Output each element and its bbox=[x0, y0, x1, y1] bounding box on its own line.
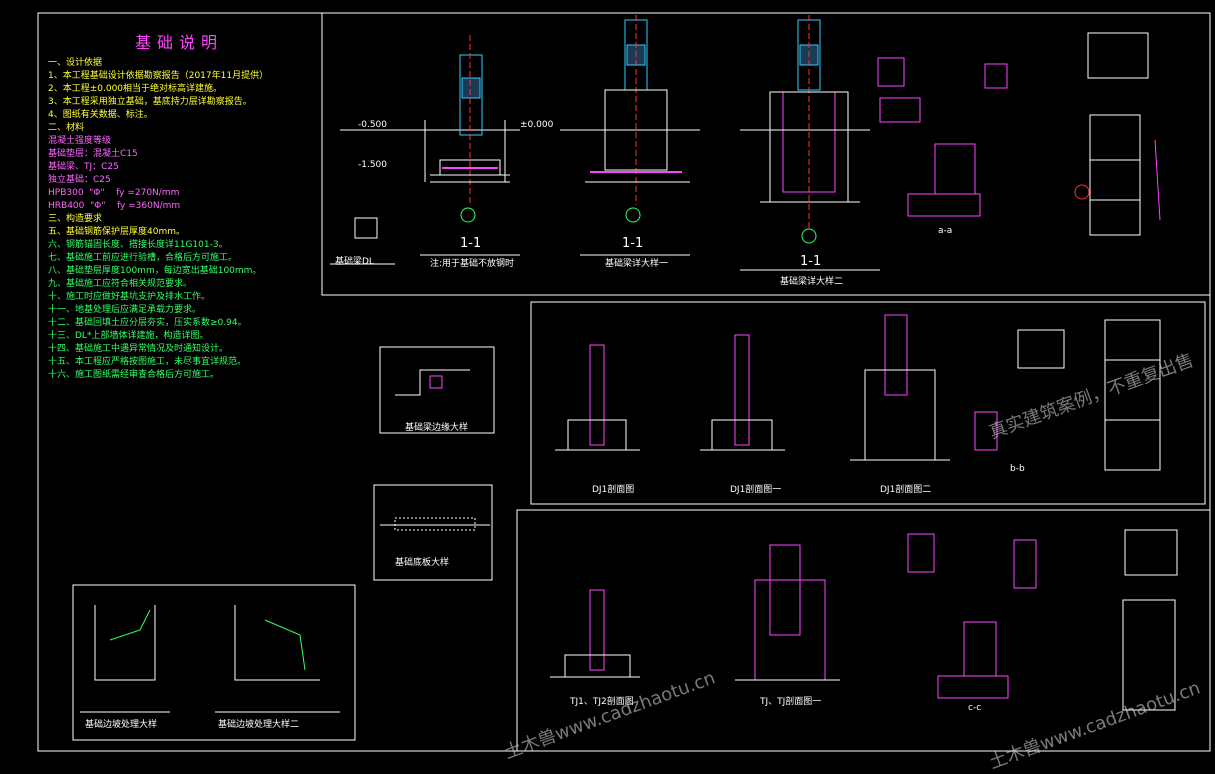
rebar-row: HPB300 "Φ" fy =270N/mm bbox=[48, 188, 180, 198]
label-bl2: 基础底板大样 bbox=[395, 558, 450, 568]
notes-mat: 独立基础：C25 bbox=[48, 175, 111, 185]
notes-mat: 混凝土强度等级 bbox=[48, 136, 112, 146]
notes-item: 2、本工程±0.000相当于绝对标高详建施。 bbox=[48, 84, 223, 94]
label-bl3: 基础边坡处理大样 bbox=[85, 720, 158, 730]
notes-mat: 基础梁、TJ：C25 bbox=[48, 162, 119, 172]
notes-item: 3、本工程采用独立基础，基底持力层详勘察报告。 bbox=[48, 97, 252, 107]
notes-sec1: 一、设计依据 bbox=[48, 58, 103, 68]
label-a-a: a-a bbox=[938, 226, 953, 236]
notes-item: 七、基础施工前应进行验槽，合格后方可施工。 bbox=[48, 253, 238, 263]
section-1-1-c bbox=[740, 15, 880, 271]
notes-item: 十三、DL*上部墙体详建施，构造详图。 bbox=[48, 331, 209, 341]
label-1-1-c: 1-1 bbox=[800, 254, 822, 269]
label-1-1-b-sub: 基础梁详大样一 bbox=[605, 259, 669, 269]
label-c-c: c-c bbox=[968, 703, 982, 713]
label-dj1b: DJ1剖面图一 bbox=[730, 485, 782, 495]
label-dl: 基础梁DL bbox=[335, 257, 374, 267]
rebar-row: HRB400 "Φ" fy =360N/mm bbox=[48, 201, 181, 211]
notes-item: 十五、本工程应严格按图施工，未尽事宜详规范。 bbox=[48, 357, 247, 367]
notes-item: 1、本工程基础设计依据勘察报告（2017年11月提供） bbox=[48, 71, 269, 81]
notes-item: 九、基础施工应符合相关规范要求。 bbox=[48, 279, 193, 289]
notes-sec2: 二、材料 bbox=[48, 123, 85, 133]
notes-item: 十二、基础回填土应分层夯实，压实系数≥0.94。 bbox=[48, 318, 247, 328]
label-1-1-a-sub: 注:用于基础不放钢时 bbox=[430, 259, 515, 269]
label-elev3: ±0.000 bbox=[520, 120, 554, 130]
detail-a-a bbox=[877, 32, 1161, 236]
notes-item: 4、图纸有关数据、标注。 bbox=[48, 110, 153, 120]
panel-top bbox=[321, 12, 1211, 296]
notes-item: 六、钢筋锚固长度、搭接长度详11G101-3。 bbox=[48, 240, 228, 250]
label-1-1-b: 1-1 bbox=[622, 236, 644, 251]
label-elev1: -0.500 bbox=[358, 120, 388, 130]
section-1-1-b bbox=[560, 15, 700, 256]
notes-mat: 基础垫层：混凝土C15 bbox=[48, 149, 138, 159]
label-dj1c: DJ1剖面图二 bbox=[880, 485, 932, 495]
notes-item: 五、基础钢筋保护层厚度40mm。 bbox=[48, 227, 185, 237]
notes-item: 八、基础垫层厚度100mm，每边宽出基础100mm。 bbox=[48, 266, 262, 276]
foundation-notes: 基础说明 一、设计依据 1、本工程基础设计依据勘察报告（2017年11月提供） … bbox=[48, 33, 310, 382]
notes-item: 十六、施工图纸需经审查合格后方可施工。 bbox=[48, 370, 220, 380]
label-dj1: DJ1剖面图 bbox=[592, 485, 635, 495]
notes-title: 基础说明 bbox=[134, 33, 223, 52]
label-elev2: -1.500 bbox=[358, 160, 388, 170]
notes-item: 十、施工时应做好基坑支护及排水工作。 bbox=[48, 292, 211, 302]
tj-sections bbox=[550, 529, 1178, 711]
label-bl1: 基础梁边缘大样 bbox=[405, 423, 469, 433]
label-b-b: b-b bbox=[1010, 464, 1025, 474]
section-1-1-a bbox=[340, 35, 520, 256]
label-tj2: TJ、TJ剖面图一 bbox=[760, 697, 822, 707]
notes-item: 十一、地基处理后应满足承载力要求。 bbox=[48, 305, 202, 315]
notes-sec3: 三、构造要求 bbox=[48, 214, 103, 224]
label-1-1-c-sub: 基础梁详大样二 bbox=[780, 277, 844, 287]
notes-item: 十四、基础施工中遇异常情况及时通知设计。 bbox=[48, 344, 229, 354]
label-1-1-a: 1-1 bbox=[460, 236, 482, 251]
label-bl4: 基础边坡处理大样二 bbox=[218, 720, 300, 730]
